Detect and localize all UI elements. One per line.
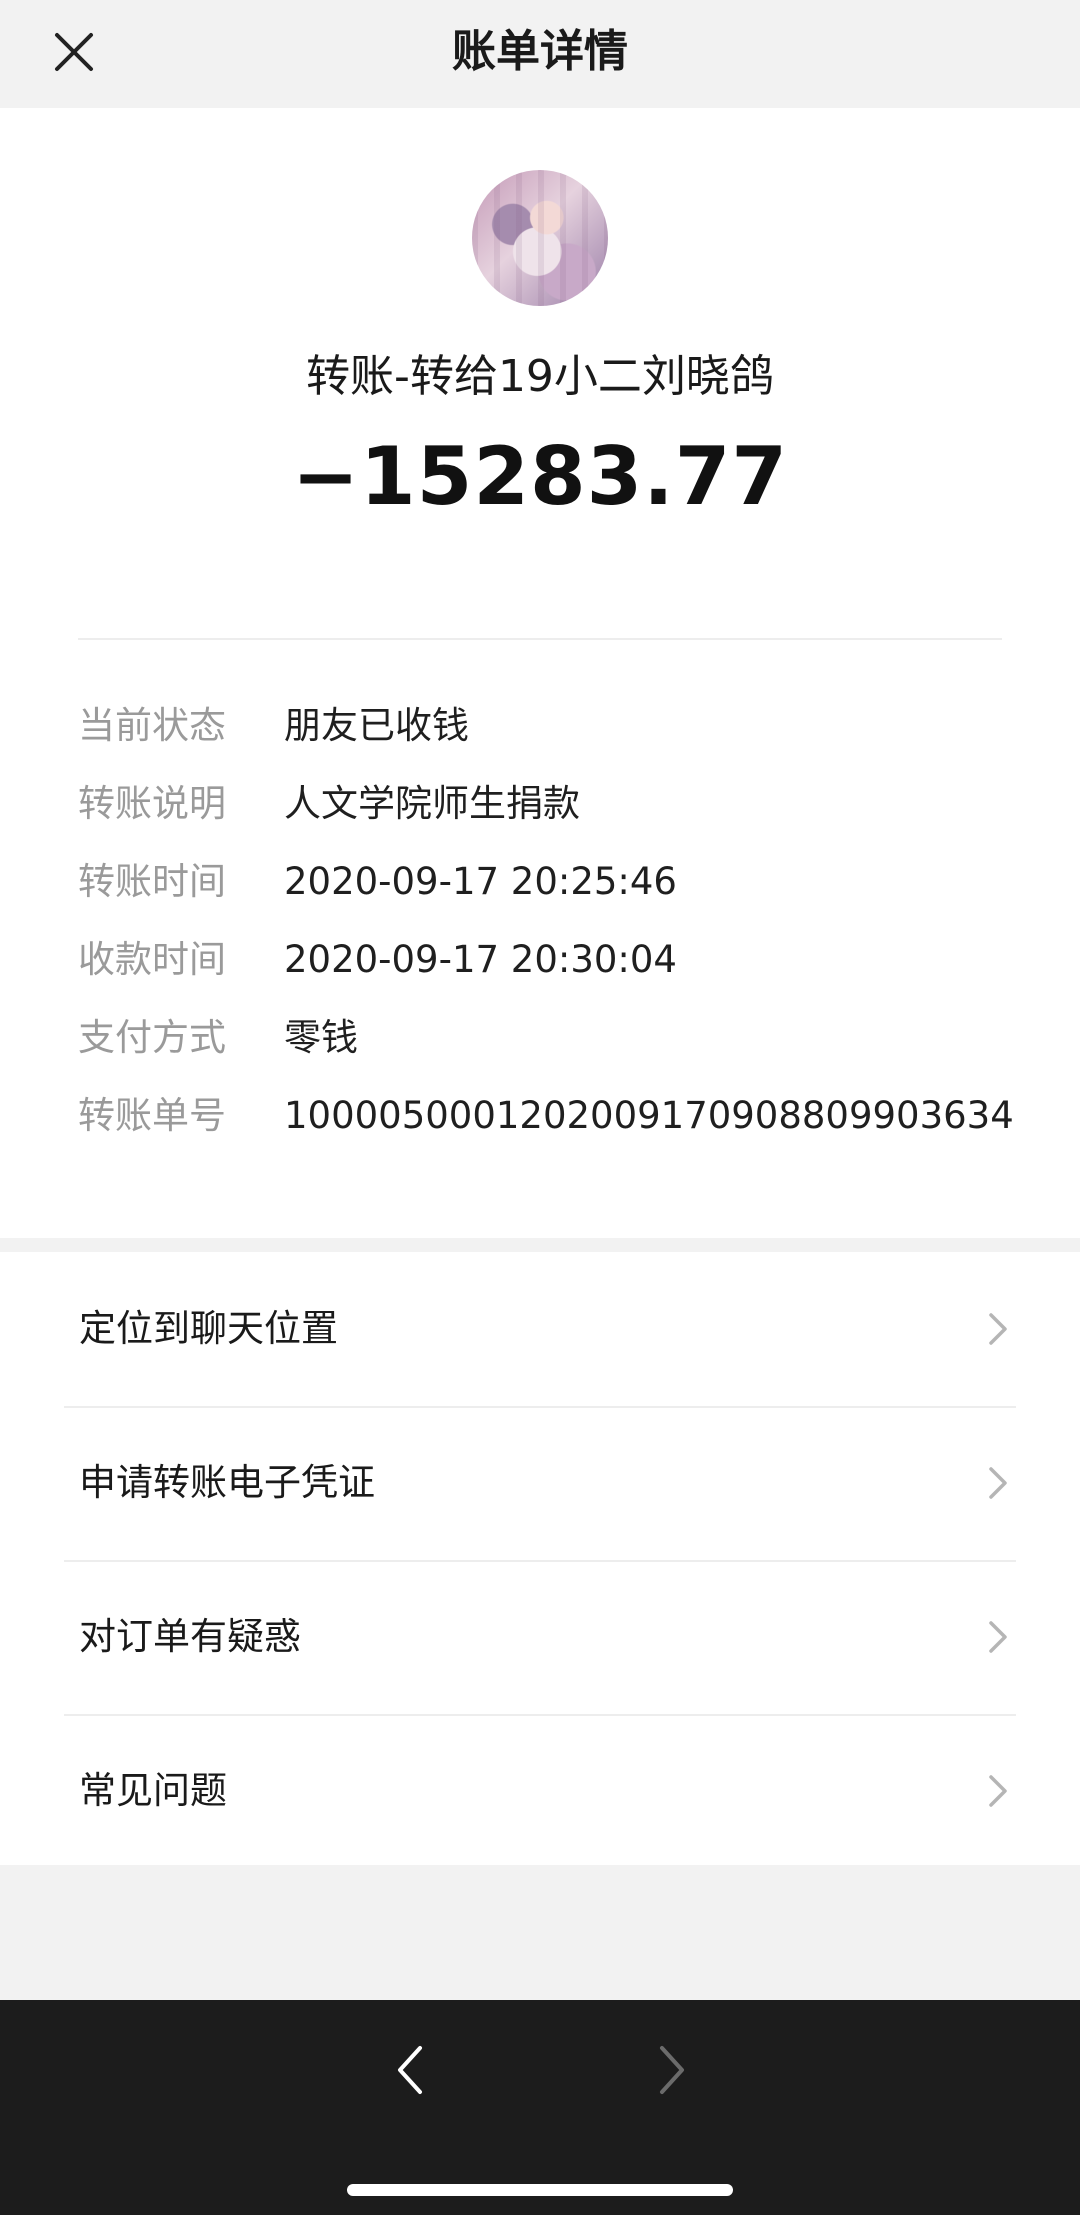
menu-item-faq[interactable]: 常见问题 xyxy=(0,1714,1080,1868)
transfer-title: 转账-转给19小二刘晓鸽 xyxy=(306,351,774,402)
detail-value: 2020-09-17 20:30:04 xyxy=(284,938,677,981)
menu-item-label: 常见问题 xyxy=(79,1769,227,1812)
menu-item-request-voucher[interactable]: 申请转账电子凭证 xyxy=(0,1406,1080,1560)
detail-label: 支付方式 xyxy=(78,1016,226,1059)
detail-row-receive-time: 收款时间 2020-09-17 20:30:04 xyxy=(78,930,1018,990)
home-indicator[interactable] xyxy=(347,2184,733,2196)
chevron-right-icon xyxy=(989,1313,1007,1345)
detail-label: 转账时间 xyxy=(78,860,226,903)
detail-value: 朋友已收钱 xyxy=(284,704,469,747)
close-button[interactable] xyxy=(44,22,104,82)
menu-item-label: 申请转账电子凭证 xyxy=(79,1461,375,1504)
transfer-amount: −15283.77 xyxy=(291,430,789,523)
menu-item-label: 对订单有疑惑 xyxy=(79,1615,301,1658)
detail-value: 零钱 xyxy=(284,1016,358,1059)
chevron-right-icon xyxy=(989,1621,1007,1653)
page-title: 账单详情 xyxy=(452,26,628,77)
detail-value: 1000050001202009170908809903634 xyxy=(284,1094,1014,1137)
actions-card: 定位到聊天位置 申请转账电子凭证 对订单有疑惑 常见问题 xyxy=(0,1252,1080,1865)
detail-value: 人文学院师生捐款 xyxy=(284,782,580,825)
detail-row-status: 当前状态 朋友已收钱 xyxy=(78,696,1018,756)
detail-label: 收款时间 xyxy=(78,938,226,981)
chevron-right-icon xyxy=(989,1775,1007,1807)
top-bar: 账单详情 xyxy=(0,0,1080,108)
detail-row-payment-method: 支付方式 零钱 xyxy=(78,1008,1018,1068)
chevron-right-icon xyxy=(989,1467,1007,1499)
menu-item-locate-chat[interactable]: 定位到聊天位置 xyxy=(0,1252,1080,1406)
detail-row-transfer-time: 转账时间 2020-09-17 20:25:46 xyxy=(78,852,1018,912)
nav-forward-icon[interactable] xyxy=(652,2040,692,2100)
detail-value: 2020-09-17 20:25:46 xyxy=(284,860,677,903)
menu-item-order-question[interactable]: 对订单有疑惑 xyxy=(0,1560,1080,1714)
summary-divider xyxy=(78,638,1002,640)
nav-back-icon[interactable] xyxy=(390,2040,430,2100)
detail-label: 转账单号 xyxy=(78,1094,226,1137)
detail-label: 当前状态 xyxy=(78,704,226,747)
browser-nav-bar xyxy=(0,2000,1080,2215)
menu-item-label: 定位到聊天位置 xyxy=(79,1307,338,1350)
detail-row-order-number: 转账单号 1000050001202009170908809903634 xyxy=(78,1086,1018,1146)
detail-row-note: 转账说明 人文学院师生捐款 xyxy=(78,774,1018,834)
close-icon xyxy=(55,33,93,71)
detail-label: 转账说明 xyxy=(78,782,226,825)
recipient-avatar xyxy=(472,170,608,306)
